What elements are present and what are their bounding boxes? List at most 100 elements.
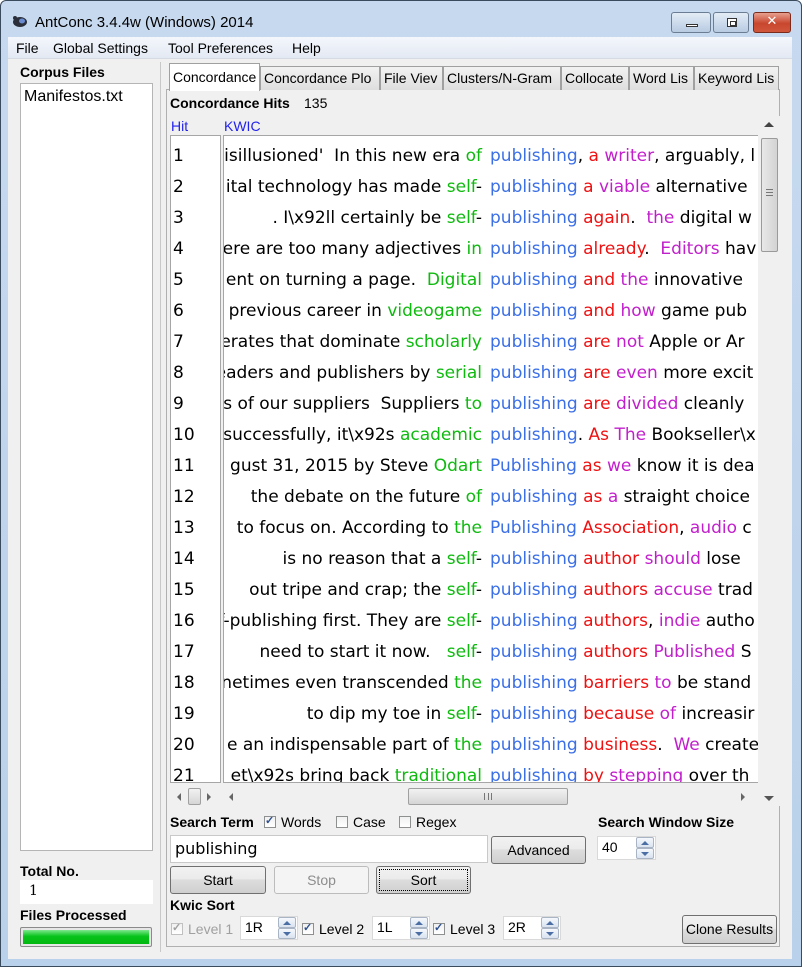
level-2-value[interactable]: 1L [377, 919, 393, 935]
kwic-right-context[interactable]: publishing and how game pub [490, 296, 747, 327]
kwic-left-context[interactable]: erates that dominate scholarly [224, 327, 482, 358]
hit-number[interactable]: 21 [173, 761, 195, 782]
hit-number[interactable]: 12 [173, 482, 195, 513]
spin-up-icon[interactable] [410, 917, 428, 928]
kwic-vertical-scrollbar[interactable] [758, 116, 780, 806]
search-window-size-spinner[interactable]: 40 [597, 836, 656, 860]
tab-collocate[interactable]: Collocate [561, 66, 629, 90]
kwic-left-context[interactable]: ital technology has made self- [226, 172, 482, 203]
kwic-right-context[interactable]: publishing. As The Bookseller\x [490, 420, 756, 451]
kwic-right-context[interactable]: publishing author should lose [490, 544, 741, 575]
scroll-left-arrow-icon[interactable] [229, 793, 233, 801]
hit-number[interactable]: 10 [173, 420, 195, 451]
kwic-right-context[interactable]: publishing as a straight choice [490, 482, 750, 513]
sort-button[interactable]: Sort [376, 866, 471, 894]
kwic-column-header[interactable]: KWIC [224, 118, 261, 134]
scroll-up-arrow-icon[interactable] [764, 122, 774, 127]
hit-number-column[interactable]: 1 2 3 4 5 6 7 8 9 10 11 12 13 14 15 16 17 18 19 20 21 [170, 135, 221, 783]
hit-number[interactable]: 8 [173, 358, 184, 389]
spin-down-icon[interactable] [410, 928, 428, 939]
hit-number[interactable]: 19 [173, 699, 195, 730]
tab-file-view[interactable]: File Viev [380, 66, 443, 90]
words-checkbox-box[interactable] [264, 814, 276, 828]
kwic-right-context[interactable]: publishing and the innovative [490, 265, 743, 296]
hit-number[interactable]: 13 [173, 513, 195, 544]
scroll-down-arrow-icon[interactable] [764, 796, 774, 801]
kwic-right-context[interactable]: Publishing as we know it is dea [490, 451, 755, 482]
corpus-file-item[interactable]: Manifestos.txt [24, 88, 123, 106]
clone-results-button[interactable]: Clone Results [682, 915, 777, 944]
hit-number[interactable]: 3 [173, 203, 184, 234]
start-button[interactable]: Start [170, 866, 266, 894]
kwic-left-context[interactable]: et\x92s bring back traditional [231, 761, 482, 782]
kwic-left-context[interactable]: s of our suppliers Suppliers to [224, 389, 482, 420]
kwic-left-context[interactable]: the debate on the future of [251, 482, 482, 513]
kwic-left-context[interactable]: eaders and publishers by serial [224, 358, 482, 389]
regex-checkbox[interactable]: Regex [399, 814, 456, 830]
tab-clusters-ngram[interactable]: Clusters/N-Gram [443, 66, 561, 90]
scroll-right-arrow-icon[interactable] [741, 793, 745, 801]
kwic-left-context[interactable]: netimes even transcended the [224, 668, 482, 699]
kwic-right-context[interactable]: publishing by stepping over th [490, 761, 749, 782]
kwic-left-context[interactable]: is no reason that a self- [283, 544, 483, 575]
vertical-scroll-thumb[interactable] [761, 138, 778, 252]
spin-down-icon[interactable] [278, 928, 296, 939]
hit-number[interactable]: 2 [173, 172, 184, 203]
kwic-right-context[interactable]: publishing are even more excit [490, 358, 753, 389]
spin-up-icon[interactable] [636, 837, 654, 848]
kwic-left-context[interactable]: ere are too many adjectives in [224, 234, 482, 265]
hit-number[interactable]: 4 [173, 234, 184, 265]
kwic-right-context[interactable]: publishing are divided cleanly [490, 389, 744, 420]
kwic-left-context[interactable]: previous career in videogame [224, 296, 482, 327]
kwic-left-context[interactable]: successfully, it\x92s academic [224, 420, 482, 451]
level-1-spinner[interactable]: 1R [240, 916, 298, 940]
kwic-left-context[interactable]: f-publishing first. They are self- [224, 606, 482, 637]
menu-global-settings[interactable]: Global Settings [53, 40, 148, 56]
spin-down-icon[interactable] [541, 928, 559, 939]
search-window-size-value[interactable]: 40 [602, 839, 618, 855]
kwic-left-context[interactable]: ent on turning a page. Digital [226, 265, 482, 296]
hit-number[interactable]: 18 [173, 668, 195, 699]
kwic-right-context[interactable]: publishing authors accuse trad [490, 575, 753, 606]
kwic-left-context[interactable]: e an indispensable part of the [227, 730, 482, 761]
hit-number[interactable]: 1 [173, 141, 184, 172]
tab-concordance-plot[interactable]: Concordance Plo [260, 66, 380, 90]
tab-concordance[interactable]: Concordance [169, 63, 260, 91]
scroll-left-arrow-icon[interactable] [177, 793, 181, 801]
hit-number[interactable]: 20 [173, 730, 195, 761]
hit-column-header[interactable]: Hit [171, 118, 188, 134]
kwic-right-context[interactable]: publishing because of increasir [490, 699, 754, 730]
hit-number[interactable]: 16 [173, 606, 195, 637]
regex-checkbox-box[interactable] [399, 816, 411, 828]
minimize-button[interactable] [671, 12, 711, 33]
kwic-right-context[interactable]: publishing a viable alternative [490, 172, 748, 203]
kwic-right-context[interactable]: publishing authors Published S [490, 637, 752, 668]
kwic-horizontal-scrollbar[interactable] [223, 787, 758, 807]
hit-number[interactable]: 5 [173, 265, 184, 296]
kwic-right-context[interactable]: publishing business. We create [490, 730, 758, 761]
hit-number[interactable]: 15 [173, 575, 195, 606]
kwic-left-context[interactable]: isillusioned' In this new era of [224, 141, 482, 172]
kwic-display[interactable]: isillusioned' In this new era of publishi… [223, 135, 758, 783]
hit-number[interactable]: 11 [173, 451, 195, 482]
hit-number[interactable]: 9 [173, 389, 184, 420]
level-2-checkbox[interactable]: Level 2 [302, 921, 364, 937]
level-3-spinner[interactable]: 2R [503, 916, 561, 940]
kwic-left-context[interactable]: out tripe and crap; the self- [249, 575, 482, 606]
kwic-right-context[interactable]: publishing already. Editors hav [490, 234, 756, 265]
kwic-right-context[interactable]: publishing, a writer, arguably, l [490, 141, 755, 172]
corpus-files-list[interactable]: Manifestos.txt [20, 83, 153, 851]
spin-down-icon[interactable] [636, 848, 654, 859]
search-term-input[interactable]: publishing [170, 835, 488, 863]
words-checkbox[interactable]: Words [264, 814, 321, 830]
level-1-value[interactable]: 1R [245, 919, 263, 935]
tab-keyword-list[interactable]: Keyword Lis [694, 66, 779, 90]
hit-number[interactable]: 7 [173, 327, 184, 358]
title-bar[interactable]: AntConc 3.4.4w (Windows) 2014 ✕ [1, 1, 801, 38]
hit-number[interactable]: 6 [173, 296, 184, 327]
hit-horizontal-scrollbar[interactable] [170, 787, 221, 807]
kwic-left-context[interactable]: need to start it now. self- [259, 637, 482, 668]
kwic-left-context[interactable]: to dip my toe in self- [307, 699, 482, 730]
menu-file[interactable]: File [16, 40, 39, 56]
spin-up-icon[interactable] [541, 917, 559, 928]
